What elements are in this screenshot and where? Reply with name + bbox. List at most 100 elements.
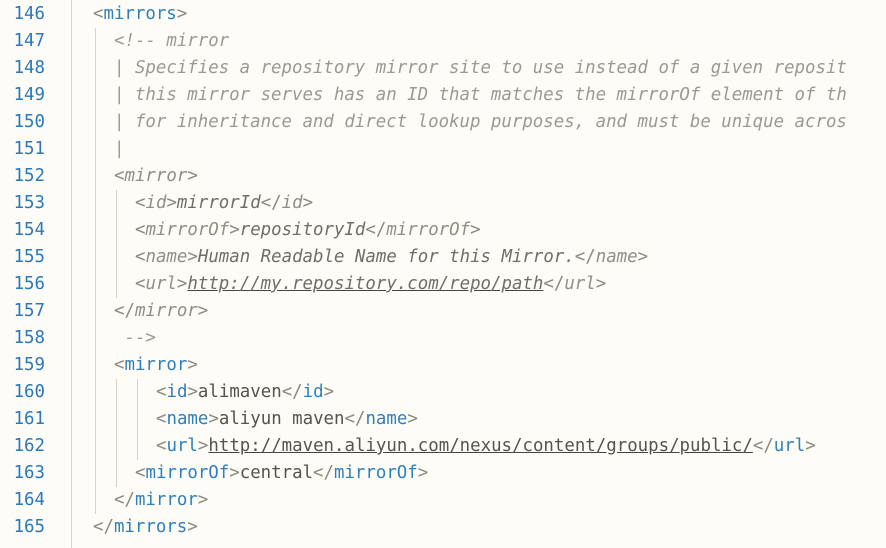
code-token: > <box>805 436 816 456</box>
code-token: </ <box>114 490 135 510</box>
code-token: > <box>229 463 240 483</box>
code-line[interactable]: 159 <mirror> <box>0 352 886 379</box>
code-token: > <box>176 274 188 294</box>
code-token: mirrorOf <box>145 463 230 483</box>
line-number: 154 <box>13 220 45 240</box>
line-number: 158 <box>13 328 45 348</box>
code-token: central <box>239 463 314 483</box>
code-line[interactable]: 165 </mirrors> <box>0 514 886 541</box>
code-text: | Specifies a repository mirror site to … <box>114 55 847 82</box>
code-line[interactable]: 151 | <box>0 136 886 163</box>
code-token: > <box>229 220 240 240</box>
code-token: | for inheritance and direct lookup purp… <box>114 112 847 132</box>
line-number: 148 <box>13 58 45 78</box>
code-token: > <box>197 436 209 456</box>
code-text: </mirrors> <box>93 514 198 541</box>
code-editor[interactable]: 146 <mirrors> 147 <!-- mirror 148 | Specifies… <box>0 0 886 548</box>
code-token: name <box>145 247 188 267</box>
code-token: </ <box>752 436 774 456</box>
code-line[interactable]: 162 <url>http://maven.aliyun.com/nexus/co… <box>0 433 886 460</box>
code-token: id <box>302 382 324 402</box>
line-number: 164 <box>13 490 45 510</box>
code-token: url <box>145 274 177 294</box>
line-number: 157 <box>13 301 45 321</box>
code-line[interactable]: 150 | for inheritance and direct lookup p… <box>0 109 886 136</box>
code-token: < <box>114 166 125 186</box>
code-token: < <box>135 220 146 240</box>
code-token: </ <box>344 409 366 429</box>
code-line[interactable]: 156 <url>http://my.repository.com/repo/pa… <box>0 271 886 298</box>
code-token: > <box>166 193 177 213</box>
code-token: > <box>187 355 198 375</box>
code-line[interactable]: 161 <name>aliyun maven</name> <box>0 406 886 433</box>
code-token: < <box>135 463 146 483</box>
code-text: <name>Human Readable Name for this Mirro… <box>135 244 648 271</box>
code-token: url <box>166 436 198 456</box>
code-text: <mirror> <box>114 352 198 379</box>
code-token: repositoryId <box>239 220 366 240</box>
code-token: url <box>773 436 806 456</box>
code-token: id <box>166 382 188 402</box>
code-token: < <box>156 382 167 402</box>
code-line[interactable]: 149 | this mirror serves has an ID that m… <box>0 82 886 109</box>
code-text: <mirrorOf>central</mirrorOf> <box>135 460 428 487</box>
code-token: name <box>166 409 209 429</box>
code-token: Human Readable Name for this Mirror. <box>197 247 575 267</box>
line-number: 159 <box>13 355 45 375</box>
code-token: mirrorOf <box>333 463 418 483</box>
code-token: > <box>187 166 198 186</box>
code-token: http://my.repository.com/repo/path <box>187 274 544 294</box>
code-line[interactable]: 155 <name>Human Readable Name for this Mi… <box>0 244 886 271</box>
code-token: mirrorOf <box>145 220 230 240</box>
code-line[interactable]: 152 <mirror> <box>0 163 886 190</box>
code-line[interactable]: 154 <mirrorOf>repositoryId</mirrorOf> <box>0 217 886 244</box>
code-token: > <box>417 463 429 483</box>
code-token: aliyun maven <box>218 409 345 429</box>
code-line[interactable]: 160 <id>alimaven</id> <box>0 379 886 406</box>
code-token: < <box>135 247 146 267</box>
code-token: > <box>302 193 314 213</box>
code-line[interactable]: 148 | Specifies a repository mirror site … <box>0 55 886 82</box>
code-token: id <box>145 193 167 213</box>
code-token: </ <box>574 247 596 267</box>
code-token: </ <box>93 517 114 537</box>
code-token: > <box>637 247 649 267</box>
code-text: <url>http://maven.aliyun.com/nexus/conte… <box>156 433 816 460</box>
code-text: <id>alimaven</id> <box>156 379 334 406</box>
code-token: mirror <box>134 301 198 321</box>
code-token: | <box>114 139 125 159</box>
code-token: </ <box>260 193 282 213</box>
code-token: mirrorOf <box>386 220 471 240</box>
code-token: name <box>365 409 408 429</box>
code-token: | this mirror serves has an ID that matc… <box>114 85 847 105</box>
code-token: </ <box>281 382 303 402</box>
code-token: mirrors <box>113 517 188 537</box>
code-text: | for inheritance and direct lookup purp… <box>114 109 847 136</box>
code-token: > <box>407 409 418 429</box>
code-token: < <box>135 274 146 294</box>
code-text: --> <box>114 325 155 352</box>
code-line[interactable]: 147 <!-- mirror <box>0 28 886 55</box>
code-text: <id>mirrorId</id> <box>135 190 313 217</box>
code-token: </ <box>365 220 387 240</box>
code-text: <mirrors> <box>93 1 187 28</box>
code-token: http://maven.aliyun.com/nexus/content/gr… <box>208 436 753 456</box>
code-text: </mirror> <box>114 487 208 514</box>
code-token: > <box>187 382 198 402</box>
code-token: > <box>187 247 198 267</box>
code-line[interactable]: 146 <mirrors> <box>0 1 886 28</box>
code-line[interactable]: 163 <mirrorOf>central</mirrorOf> <box>0 460 886 487</box>
code-line[interactable]: 153 <id>mirrorId</id> <box>0 190 886 217</box>
code-token: url <box>564 274 596 294</box>
code-line[interactable]: 164 </mirror> <box>0 487 886 514</box>
code-token: </ <box>543 274 565 294</box>
line-number: 156 <box>13 274 45 294</box>
code-token: > <box>470 220 481 240</box>
code-token: </ <box>313 463 334 483</box>
code-token: mirror <box>124 355 188 375</box>
line-number: 151 <box>13 139 45 159</box>
code-line[interactable]: 158 --> <box>0 325 886 352</box>
line-number: 150 <box>13 112 45 132</box>
code-token: > <box>187 517 198 537</box>
code-line[interactable]: 157 </mirror> <box>0 298 886 325</box>
